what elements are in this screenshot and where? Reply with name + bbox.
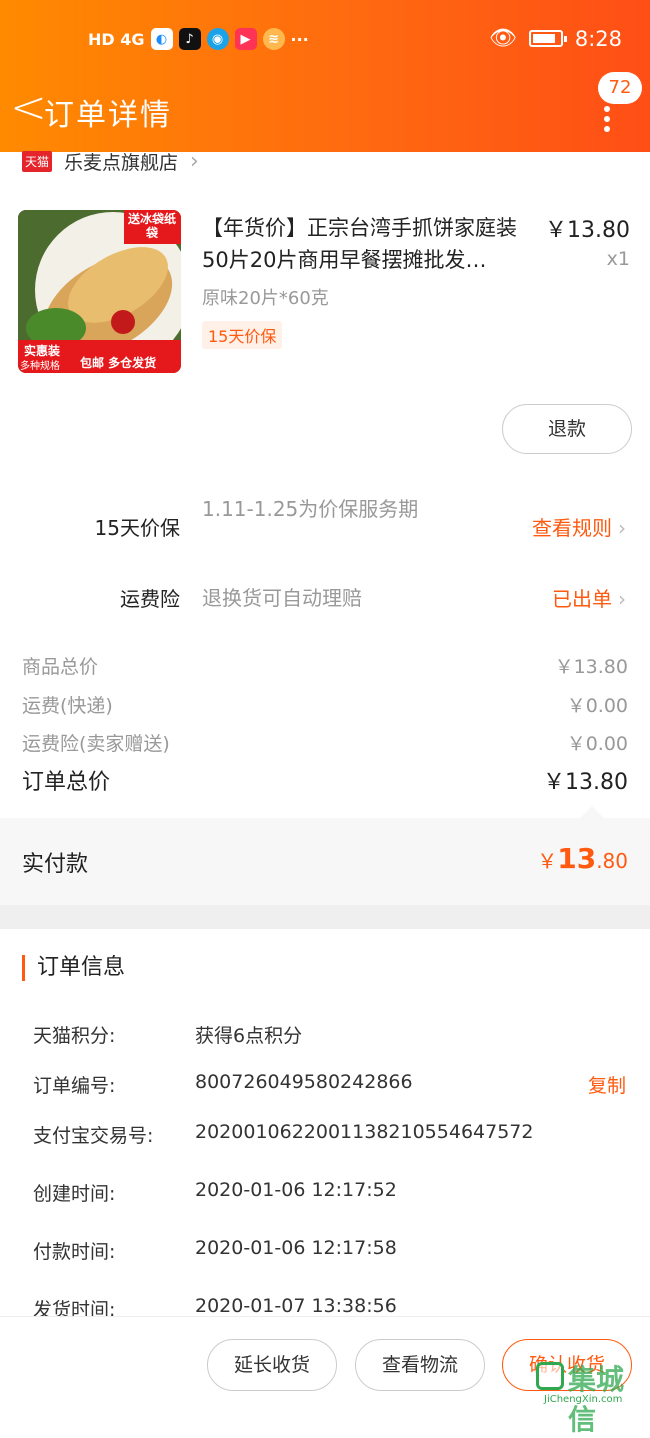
info-value: 2020-01-07 13:38:56 [195,1295,397,1317]
status-bar: HD 4G ◐ ♪ ◉ ▶ ≋ ··· 👁 8:28 [0,0,650,80]
chevron-right-icon: › [618,516,626,540]
info-key: 订单编号: [33,1075,116,1097]
product-image[interactable]: 送冰袋纸袋 实惠装 多种规格 包邮 多仓发货 [18,210,181,373]
product-quantity: x1 [606,248,630,270]
network-indicator: HD 4G [88,29,145,49]
paid-dec: .80 [596,849,628,873]
order-total-row: 订单总价 ￥13.80 [22,764,628,796]
price-protect-tag: 15天价保 [202,321,283,349]
info-value: 2020-01-06 12:17:58 [195,1237,397,1259]
product-title[interactable]: 【年货价】正宗台湾手抓饼家庭装50片20片商用早餐摆摊批发… [202,212,536,276]
fee-value: ￥0.00 [566,695,628,717]
paid-currency: ￥ [537,849,558,873]
image-corner-text: 送冰袋纸袋 [127,212,176,240]
pointer-triangle [580,806,604,818]
info-value: 2020-01-06 12:17:52 [195,1179,397,1201]
audio-icon: ≋ [262,28,285,50]
extend-receipt-button[interactable]: 延长收货 [207,1339,337,1391]
fee-row: 运费险(卖家赠送) ￥0.00 [22,729,628,756]
section-divider [0,905,650,929]
paid-value: ￥13.80 [537,842,628,875]
copy-button[interactable]: 复制 [588,1071,626,1098]
product-spec: 原味20片*60克 [202,288,329,309]
more-menu-icon[interactable] [604,106,610,132]
view-logistics-button[interactable]: 查看物流 [355,1339,485,1391]
status-left: HD 4G ◐ ♪ ◉ ▶ ≋ ··· [88,28,309,50]
info-value: 2020010622001138210554647572 [195,1121,534,1143]
service-desc: 退换货可自动理赔 [202,586,362,610]
nav-bar: < 订单详情 72 [0,72,650,142]
info-value: 800726049580242866 [195,1071,413,1093]
back-icon[interactable]: < [10,86,47,130]
watermark-url: JiChengXin.com [544,1394,623,1405]
paid-int: 13 [557,842,597,875]
service-row-shipping-insurance[interactable]: 运费险 退换货可自动理赔 已出单 › [0,583,650,615]
total-label: 订单总价 [22,770,111,795]
fee-row: 运费(快递) ￥0.00 [22,691,628,718]
service-row-price-protect[interactable]: 15天价保 1.11-1.25为价保服务期 查看规则 › [0,494,650,558]
fee-label: 运费(快递) [22,695,113,717]
header: HD 4G ◐ ♪ ◉ ▶ ≋ ··· 👁 8:28 < 订单详情 72 [0,0,650,152]
page-title: 订单详情 [44,98,172,133]
paid-row: 实付款 ￥13.80 [0,806,650,905]
shop-row[interactable]: 天猫 乐麦点旗舰店 › [22,148,199,174]
info-value: 获得6点积分 [195,1025,303,1047]
info-key: 天猫积分: [33,1025,116,1047]
service-label: 运费险 [120,587,180,611]
eye-icon: 👁 [488,26,517,51]
service-link[interactable]: 查看规则 › [532,512,626,541]
image-left-sub-text: 多种规格 [20,361,60,372]
clock: 8:28 [574,26,622,51]
service-label: 15天价保 [94,516,180,540]
order-info-heading: 订单信息 [22,955,125,981]
more-notifications-icon: ··· [290,29,309,49]
info-key: 创建时间: [33,1183,116,1205]
fee-row: 商品总价 ￥13.80 [22,652,628,679]
service-link[interactable]: 已出单 › [552,583,626,612]
info-key: 支付宝交易号: [33,1125,154,1147]
paid-label: 实付款 [22,852,89,877]
service-desc: 1.11-1.25为价保服务期 [202,497,419,521]
service-link-label: 已出单 [552,587,612,611]
product-price: ￥13.80 [545,218,630,243]
app-icon: ◐ [150,28,173,50]
chevron-right-icon: › [618,587,626,611]
video-icon: ▶ [234,28,257,50]
watermark-logo-icon [536,1362,564,1390]
watermark: 集城信 JiChengXin.com [536,1356,648,1436]
total-value: ￥13.80 [543,770,628,795]
message-badge[interactable]: 72 [598,72,642,104]
status-right: 👁 8:28 [489,26,622,51]
tmall-tag: 天猫 [22,150,53,172]
fee-value: ￥13.80 [554,656,628,678]
info-key: 付款时间: [33,1241,116,1263]
refund-button[interactable]: 退款 [502,404,632,454]
battery-icon [528,30,567,47]
fee-label: 运费险(卖家赠送) [22,733,170,755]
shop-name: 乐麦点旗舰店 [64,151,179,174]
tiktok-icon: ♪ [178,28,201,50]
chevron-right-icon: › [190,148,199,174]
fee-value: ￥0.00 [566,733,628,755]
image-bottom-text: 包邮 多仓发货 [80,356,157,370]
fee-label: 商品总价 [22,656,99,678]
browser-icon: ◉ [206,28,229,50]
service-link-label: 查看规则 [532,516,612,540]
